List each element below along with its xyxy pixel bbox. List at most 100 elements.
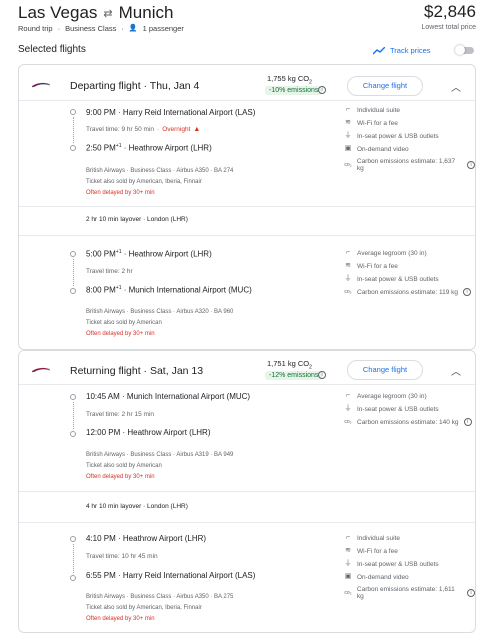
person-icon: 👤: [128, 25, 138, 32]
trip-type: Round trip: [18, 24, 53, 33]
selected-flights-heading: Selected flights: [18, 44, 86, 55]
wifi-icon: ≋: [345, 262, 351, 269]
seat-icon: ⌐: [345, 249, 351, 256]
change-departing-button[interactable]: Change flight: [347, 76, 423, 96]
video-icon: ▣: [344, 145, 352, 152]
amenity-wifi: ≋ Wi-Fi for a fee: [345, 547, 398, 555]
divider: [19, 384, 475, 385]
amenity-video: ▣ On-demand video: [344, 145, 409, 153]
track-prices[interactable]: Track prices: [373, 46, 431, 55]
travel-time: Travel time: 2 hr 15 min: [86, 411, 155, 418]
delay-warning: Often delayed by 30+ min: [86, 474, 155, 480]
ticket-sold-by: Ticket also sold by American, Iberia, Fi…: [86, 179, 202, 185]
co2-icon: co₂: [344, 590, 352, 596]
toggle-knob: [455, 45, 465, 55]
total-price: $2,846: [424, 2, 476, 21]
trend-icon: [373, 46, 385, 54]
departing-date: Thu, Jan 4: [149, 80, 200, 92]
video-icon: ▣: [344, 573, 352, 580]
timeline-dot: [70, 251, 76, 257]
info-icon[interactable]: i: [463, 288, 472, 296]
flight-details: British Airways · Business Class · Airbu…: [86, 452, 234, 458]
power-plug-icon: ⏚: [344, 560, 352, 567]
timeline-dot: [70, 109, 76, 115]
amenity-power: ⏚ In-seat power & USB outlets: [344, 132, 439, 140]
amenity-co2: co₂ Carbon emissions estimate: 1,611 kg i: [344, 586, 475, 600]
cabin-class: Business Class: [65, 24, 117, 33]
destination-city: Munich: [118, 3, 174, 22]
departing-co2: 1,755 kg CO2: [267, 74, 312, 86]
timeline-line: [72, 544, 74, 573]
info-icon[interactable]: i: [467, 161, 475, 169]
amenity-co2: co₂ Carbon emissions estimate: 1,637 kg i: [344, 158, 475, 172]
power-plug-icon: ⏚: [344, 405, 352, 412]
british-airways-logo: [32, 82, 50, 88]
segment-departure: 5:00 PM+1 · Heathrow Airport (LHR): [86, 249, 212, 259]
departure-airport: Harry Reid International Airport (LAS): [122, 108, 256, 117]
segment-departure: 4:10 PM · Heathrow Airport (LHR): [86, 534, 207, 543]
departure-time: 9:00 PM: [86, 108, 116, 117]
info-icon[interactable]: i: [467, 589, 475, 597]
amenity-legroom: ⌐ Average legroom (30 in): [345, 249, 427, 257]
route-title: Las Vegas ⇄ Munich: [18, 3, 173, 23]
co2-icon: co₂: [344, 289, 352, 295]
amenity-power: ⏚ In-seat power & USB outlets: [344, 275, 439, 283]
returning-date: Sat, Jan 13: [149, 365, 204, 377]
amenity-legroom: ⌐ Average legroom (30 in): [345, 392, 427, 400]
travel-time: Travel time: 10 hr 45 min: [86, 553, 158, 560]
flight-details: British Airways · Business Class · Airbu…: [86, 309, 234, 315]
returning-emissions-badge: -12% emissions: [265, 371, 323, 380]
amenity-power: ⏚ In-seat power & USB outlets: [344, 560, 439, 568]
collapse-chevron-icon[interactable]: ︿: [451, 79, 461, 94]
travel-time: Travel time: 9 hr 50 min · Overnight ▲: [86, 126, 201, 133]
delay-warning: Often delayed by 30+ min: [86, 616, 155, 622]
flight-details: British Airways · Business Class · Airbu…: [86, 168, 234, 174]
departing-card: Departing flight · Thu, Jan 4 1,755 kg C…: [18, 64, 476, 350]
track-prices-label: Track prices: [390, 46, 431, 55]
divider: [19, 235, 475, 236]
power-plug-icon: ⏚: [344, 132, 352, 139]
co2-icon: co₂: [344, 162, 352, 168]
divider: [19, 100, 475, 101]
passenger-count: 1 passenger: [142, 24, 184, 33]
returning-title: Returning flight: [70, 365, 141, 377]
suite-icon: ⌐: [345, 106, 351, 113]
price-caption: Lowest total price: [421, 24, 476, 31]
origin-city: Las Vegas: [18, 3, 98, 22]
timeline-dot: [70, 145, 76, 151]
departing-title-row: Departing flight · Thu, Jan 4: [70, 80, 200, 92]
timeline-dot: [70, 288, 76, 294]
flight-details: British Airways · Business Class · Airbu…: [86, 594, 234, 600]
segment-arrival: 2:50 PM+1 · Heathrow Airport (LHR): [86, 143, 212, 153]
segment-arrival: 8:00 PM+1 · Munich International Airport…: [86, 285, 252, 295]
travel-time: Travel time: 2 hr: [86, 268, 133, 275]
info-icon[interactable]: i: [318, 86, 326, 94]
amenity-wifi: ≋ Wi-Fi for a fee: [345, 119, 398, 127]
amenity-co2: co₂ Carbon emissions estimate: 119 kg i: [344, 288, 472, 296]
warning-icon: ▲: [193, 126, 201, 133]
info-icon[interactable]: i: [463, 418, 472, 426]
ticket-sold-by: Ticket also sold by American: [86, 320, 162, 326]
amenity-wifi: ≋ Wi-Fi for a fee: [345, 262, 398, 270]
trip-meta: Round trip · Business Class · 👤 1 passen…: [18, 24, 184, 33]
divider: [19, 491, 475, 492]
wifi-icon: ≋: [345, 547, 351, 554]
returning-title-row: Returning flight · Sat, Jan 13: [70, 365, 204, 377]
timeline-dot: [70, 431, 76, 437]
arrival-airport: Heathrow Airport (LHR): [128, 143, 212, 153]
timeline-dot: [70, 536, 76, 542]
departing-title: Departing flight: [70, 80, 141, 92]
wifi-icon: ≋: [345, 119, 351, 126]
swap-arrows-icon: ⇄: [103, 7, 113, 20]
timeline-line: [72, 117, 74, 143]
collapse-chevron-icon[interactable]: ︿: [451, 363, 461, 378]
info-icon[interactable]: i: [318, 371, 326, 379]
track-prices-toggle[interactable]: [455, 45, 474, 55]
suite-icon: ⌐: [345, 534, 351, 541]
british-airways-logo: [32, 367, 50, 373]
ticket-sold-by: Ticket also sold by American: [86, 463, 162, 469]
amenity-suite: ⌐ Individual suite: [345, 534, 400, 542]
ticket-sold-by: Ticket also sold by American, Iberia, Fi…: [86, 605, 202, 611]
change-returning-button[interactable]: Change flight: [347, 360, 423, 380]
timeline-line: [72, 402, 74, 429]
